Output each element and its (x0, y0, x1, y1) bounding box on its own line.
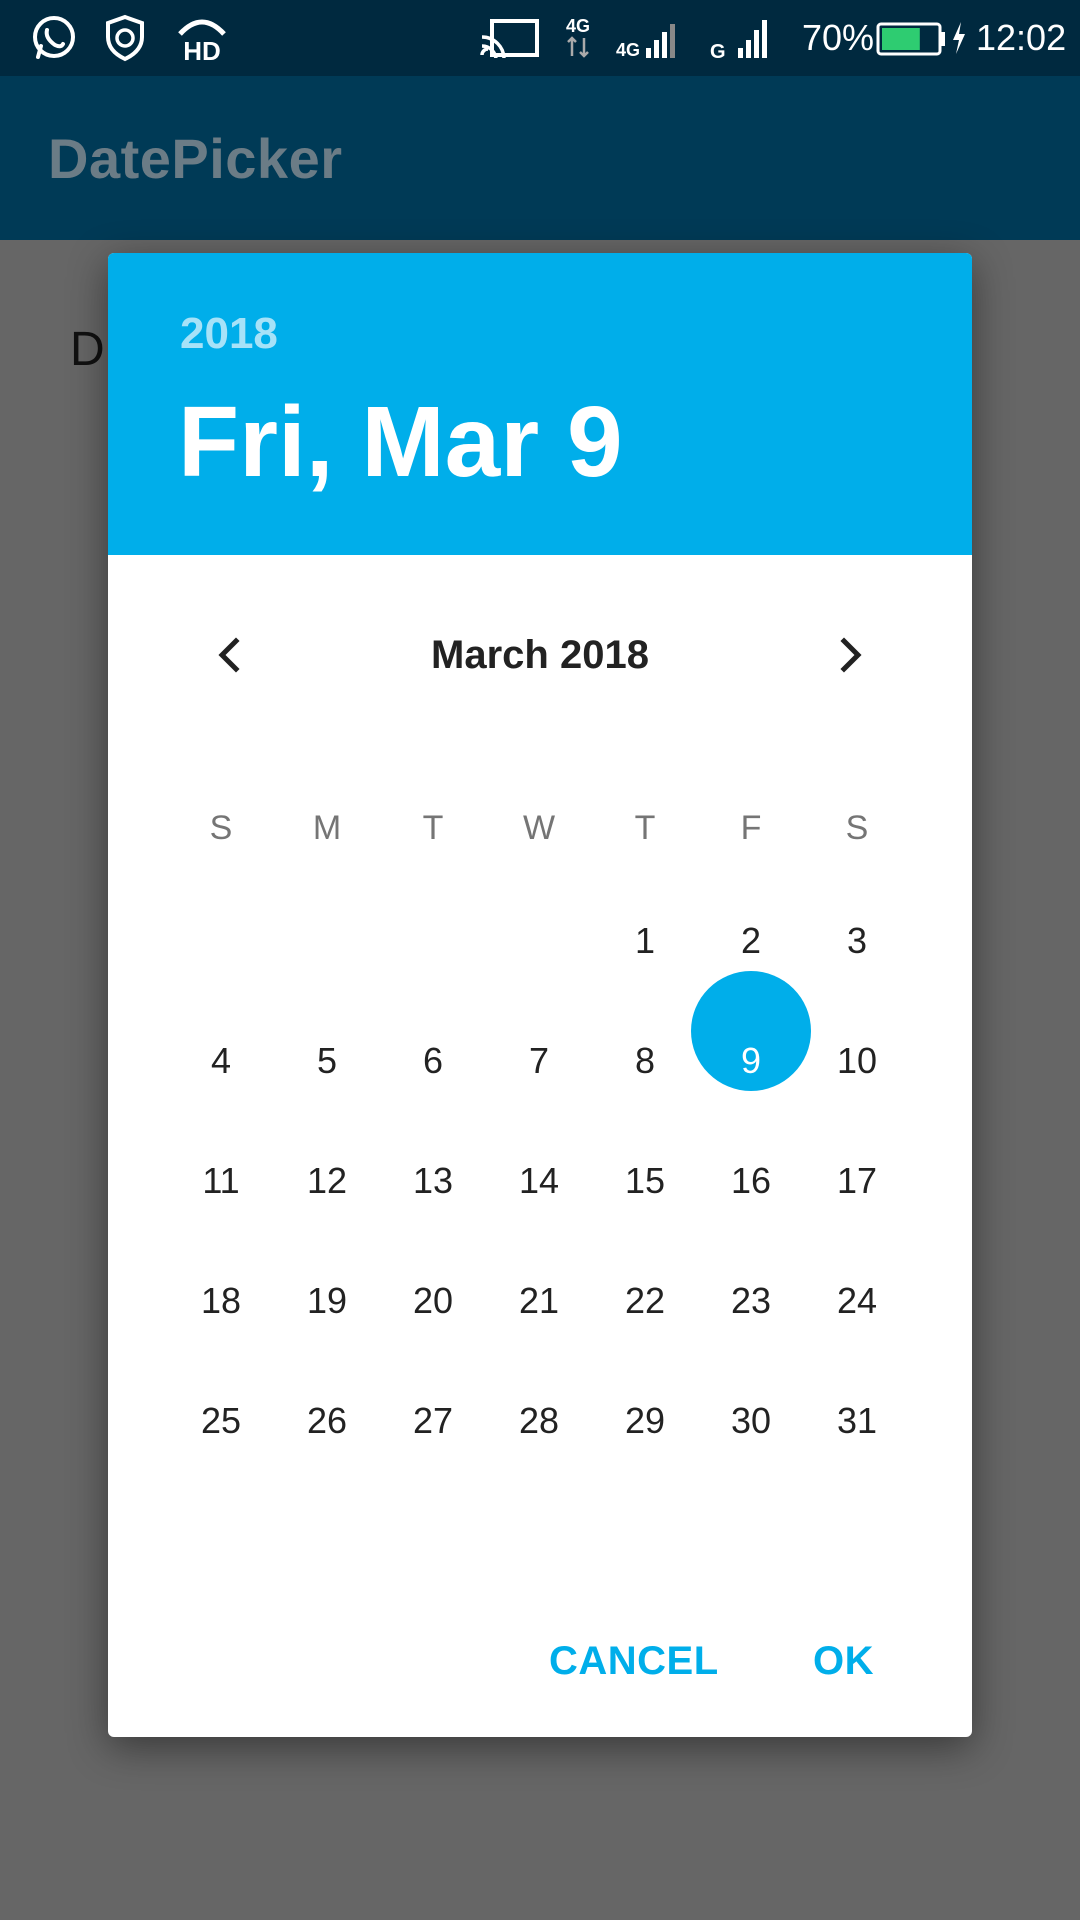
day-cell[interactable]: 16 (698, 1149, 804, 1213)
battery-percent: 70% (802, 17, 875, 58)
day-cell[interactable]: 15 (592, 1149, 698, 1213)
day-cell[interactable]: 13 (380, 1149, 486, 1213)
day-cell[interactable]: 8 (592, 1029, 698, 1093)
header-selected-date[interactable]: Fri, Mar 9 (178, 385, 623, 500)
clock: 12:02 (976, 17, 1067, 58)
weekday-label: T (634, 809, 656, 847)
dialog-header: 2018 Fri, Mar 9 (108, 253, 972, 555)
weekday-label: M (312, 809, 342, 847)
day-cell[interactable]: 20 (380, 1269, 486, 1333)
status-bar: HD 4G 4G G 70% 12:02 (0, 0, 1080, 76)
battery-icon (876, 12, 948, 64)
network-4g-label-b: 4G (616, 40, 640, 60)
day-cell[interactable]: 31 (804, 1389, 910, 1453)
weekday-label: T (422, 809, 444, 847)
day-cell[interactable]: 24 (804, 1269, 910, 1333)
day-cell[interactable]: 21 (486, 1269, 592, 1333)
day-cell[interactable]: 4 (168, 1029, 274, 1093)
whatsapp-icon (26, 12, 82, 64)
day-cell[interactable]: 22 (592, 1269, 698, 1333)
network-g-label: G (710, 41, 726, 63)
day-cell[interactable]: 14 (486, 1149, 592, 1213)
day-cell[interactable]: 19 (274, 1269, 380, 1333)
day-cell[interactable]: 1 (592, 909, 698, 973)
date-picker-dialog: 2018 Fri, Mar 9 March 2018 SMTWTFS123456… (108, 253, 972, 1737)
day-cell[interactable]: 18 (168, 1269, 274, 1333)
day-cell[interactable]: 6 (380, 1029, 486, 1093)
app-title: DatePicker (48, 127, 343, 190)
weekday-label: S (845, 809, 869, 847)
app-bar: DatePicker (0, 76, 1080, 240)
header-year[interactable]: 2018 (180, 309, 278, 359)
day-cell[interactable]: 30 (698, 1389, 804, 1453)
day-cell[interactable]: 27 (380, 1389, 486, 1453)
signal-g-icon: G (708, 12, 780, 64)
day-cell[interactable]: 2 (698, 909, 804, 973)
day-cell[interactable]: 29 (592, 1389, 698, 1453)
background-label: D (70, 323, 105, 376)
day-cell[interactable]: 11 (168, 1149, 274, 1213)
ok-button[interactable]: OK (813, 1621, 874, 1701)
chevron-right-icon (840, 637, 862, 673)
day-cell-selected[interactable]: 9 (698, 1029, 804, 1093)
cancel-button[interactable]: CANCEL (549, 1621, 719, 1701)
weekday-label: F (740, 809, 762, 847)
day-cell[interactable]: 23 (698, 1269, 804, 1333)
day-cell[interactable]: 17 (804, 1149, 910, 1213)
cast-icon (478, 12, 542, 64)
day-cell[interactable]: 3 (804, 909, 910, 973)
day-cell[interactable]: 12 (274, 1149, 380, 1213)
hd-call-icon: HD (170, 12, 234, 64)
day-cell[interactable]: 5 (274, 1029, 380, 1093)
weekday-label: W (522, 809, 556, 847)
day-cell[interactable]: 25 (168, 1389, 274, 1453)
day-cell[interactable]: 7 (486, 1029, 592, 1093)
next-month-button[interactable] (818, 623, 882, 687)
day-cell[interactable]: 10 (804, 1029, 910, 1093)
charging-icon (948, 12, 970, 64)
weekday-label: S (209, 809, 233, 847)
svg-text:HD: HD (183, 36, 221, 64)
signal-4g-icon: 4G (616, 12, 682, 64)
network-4g-label-a: 4G (566, 16, 590, 36)
shield-icon (100, 12, 150, 64)
day-cell[interactable]: 26 (274, 1389, 380, 1453)
day-cell[interactable]: 28 (486, 1389, 592, 1453)
data-arrows-icon: 4G (562, 12, 602, 64)
